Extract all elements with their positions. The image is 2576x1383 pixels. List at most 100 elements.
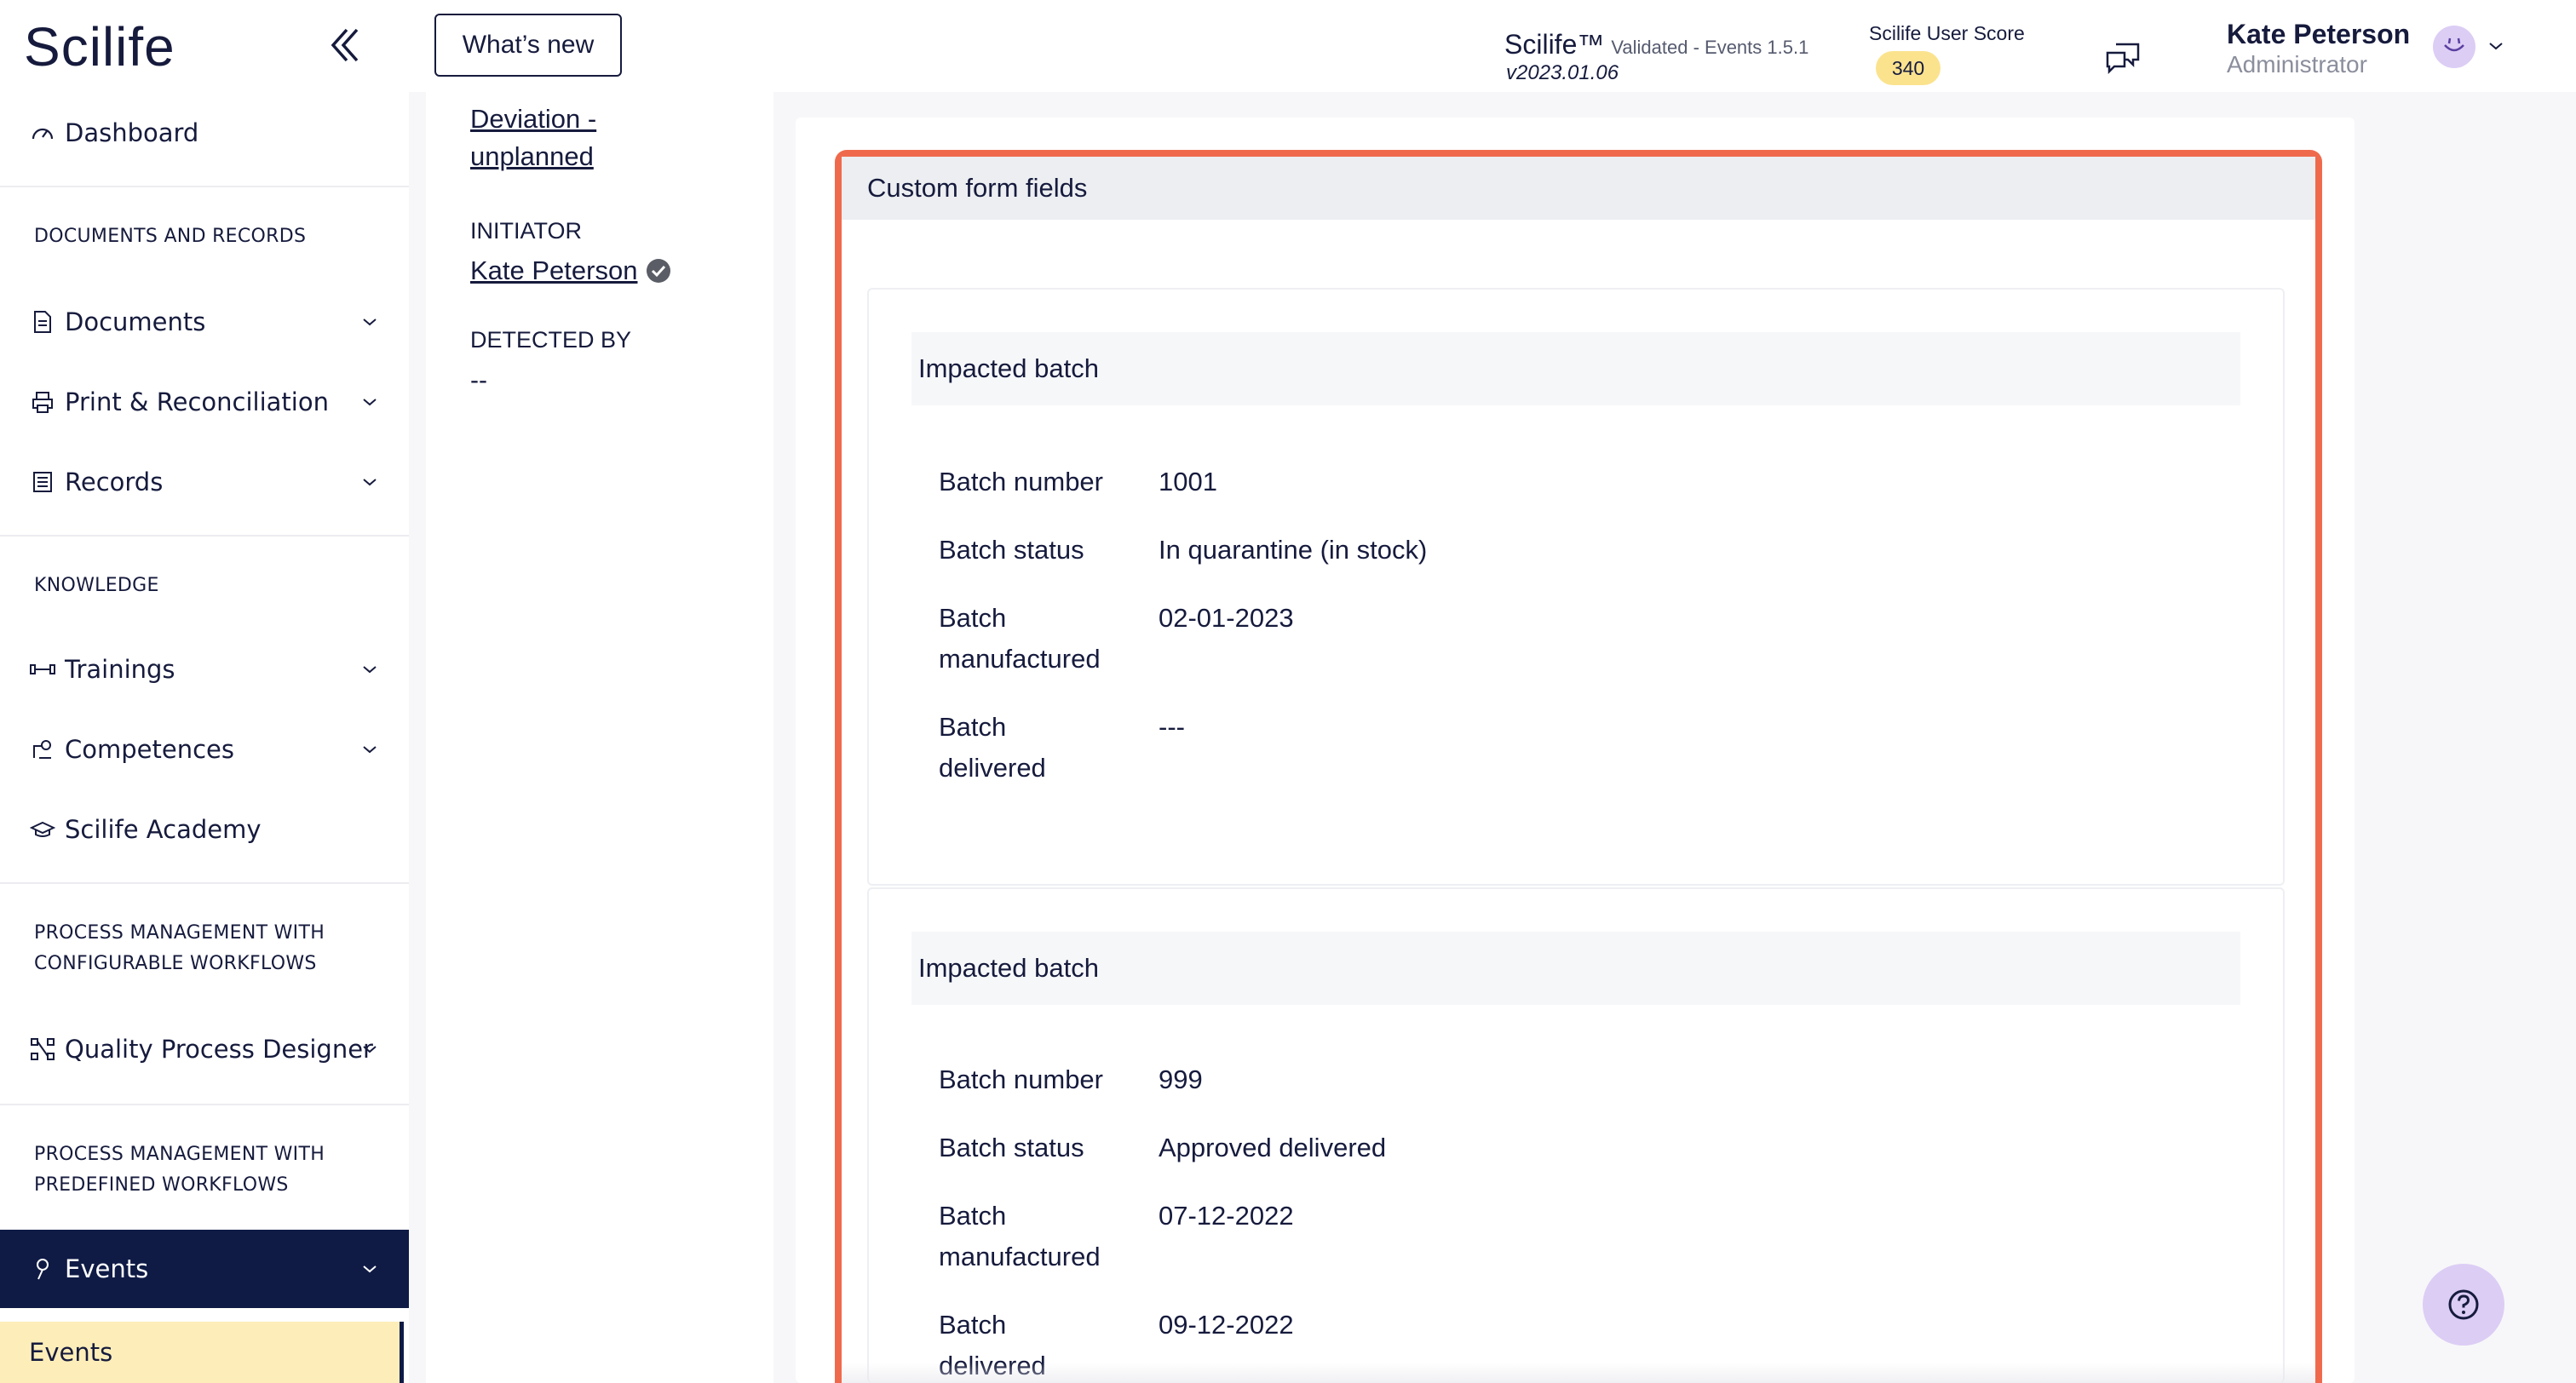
scilife-logo: Scilife: [24, 16, 175, 77]
sidebar-item-label: Print & Reconciliation: [65, 387, 329, 416]
chevron-down-icon: [363, 1046, 377, 1053]
detected-by-value: --: [470, 366, 487, 394]
chevron-down-icon: [363, 318, 377, 326]
certificate-icon: [29, 736, 56, 763]
sidebar-item-label: Documents: [65, 307, 206, 336]
batch-delivered-label: Batch delivered: [939, 707, 1135, 789]
custom-form-fields-header: Custom form fields: [842, 157, 2315, 220]
batch-card-title: Impacted batch: [911, 932, 2240, 1005]
batch-manufactured-value: 02-01-2023: [1159, 603, 1294, 633]
batch-delivered-value: 09-12-2022: [1159, 1310, 1294, 1340]
avatar-face-icon: [2444, 37, 2464, 52]
label-line: manufactured: [939, 1242, 1101, 1271]
label-line: delivered: [939, 753, 1046, 783]
sidebar-item-documents[interactable]: Documents: [0, 288, 409, 356]
batch-card: Impacted batch Batch number 1001 Batch s…: [867, 288, 2285, 886]
chevron-down-icon: [363, 746, 377, 754]
graduation-cap-icon: [29, 816, 56, 843]
divider: [0, 186, 409, 187]
batch-number-value: 1001: [1159, 467, 1217, 496]
sidebar-item-dashboard[interactable]: Dashboard: [0, 99, 409, 167]
label-line: Batch: [939, 1310, 1007, 1340]
section-heading-line: CONFIGURABLE WORKFLOWS: [34, 953, 317, 974]
initiator-name: Kate Peterson: [470, 255, 638, 285]
app-name-text: Scilife™: [1504, 29, 1605, 60]
chevron-down-icon: [363, 666, 377, 674]
double-chevron-left-icon: [331, 28, 359, 62]
initiator-link[interactable]: Kate Peterson: [470, 255, 671, 286]
sidebar: Scilife Dashboard DOCUMENTS AND RECORDS …: [0, 0, 409, 1383]
app-version: v2023.01.06: [1506, 61, 1619, 84]
section-heading-configurable: PROCESS MANAGEMENT WITH CONFIGURABLE WOR…: [34, 918, 392, 979]
avatar[interactable]: [2433, 26, 2475, 68]
gauge-icon: [29, 119, 56, 146]
question-circle-icon: [2448, 1289, 2479, 1320]
sidebar-item-academy[interactable]: Scilife Academy: [0, 795, 409, 864]
app-name: Scilife™ Validated - Events 1.5.1: [1504, 29, 1808, 60]
label-line: Batch: [939, 1201, 1007, 1231]
scroll-fade: [842, 1363, 2315, 1383]
section-heading-line: PROCESS MANAGEMENT WITH: [34, 922, 325, 944]
event-type-line: unplanned: [470, 141, 594, 171]
chevron-down-icon: [363, 399, 377, 406]
collapse-sidebar-button[interactable]: [324, 24, 366, 66]
label-line: Batch: [939, 603, 1007, 633]
divider: [0, 535, 409, 537]
sidebar-item-events[interactable]: Events: [0, 1230, 409, 1308]
workflow-icon: [29, 1036, 56, 1063]
records-icon: [29, 468, 56, 496]
section-heading-documents: DOCUMENTS AND RECORDS: [34, 226, 307, 247]
document-icon: [29, 308, 56, 336]
section-heading-predefined: PROCESS MANAGEMENT WITH PREDEFINED WORKF…: [34, 1139, 392, 1201]
verified-check-icon: [646, 258, 671, 284]
divider: [0, 882, 409, 884]
divider: [0, 1104, 409, 1105]
batch-status-value: In quarantine (in stock): [1159, 535, 1428, 565]
sidebar-item-competences[interactable]: Competences: [0, 715, 409, 783]
user-name: Kate Peterson: [2227, 19, 2411, 49]
detected-by-label: DETECTED BY: [470, 327, 632, 353]
help-button[interactable]: [2423, 1264, 2504, 1346]
section-heading-knowledge: KNOWLEDGE: [34, 575, 159, 596]
user-role: Administrator: [2227, 51, 2367, 77]
batch-number-value: 999: [1159, 1065, 1203, 1094]
dumbbell-icon: [29, 656, 56, 683]
label-line: Batch: [939, 712, 1007, 742]
sidebar-item-label: Competences: [65, 735, 234, 764]
sidebar-item-label: Events: [65, 1254, 149, 1283]
chat-icon[interactable]: [2104, 39, 2142, 77]
batch-status-label: Batch status: [939, 535, 1084, 565]
user-score-badge: 340: [1876, 51, 1941, 85]
batch-manufactured-value: 07-12-2022: [1159, 1201, 1294, 1231]
chevron-down-icon: [363, 479, 377, 486]
sidebar-item-print-reconciliation[interactable]: Print & Reconciliation: [0, 368, 409, 436]
sidebar-item-trainings[interactable]: Trainings: [0, 635, 409, 703]
sidebar-item-label: Trainings: [65, 655, 175, 684]
whats-new-button[interactable]: What’s new: [434, 14, 622, 77]
event-info-panel: Deviation - unplanned INITIATOR Kate Pet…: [426, 92, 773, 1383]
sidebar-item-label: Quality Process Designer: [65, 1035, 373, 1064]
batch-card: Impacted batch Batch number 999 Batch st…: [867, 887, 2285, 1383]
map-pin-icon: [29, 1255, 56, 1283]
user-score-label: Scilife User Score: [1869, 22, 2025, 44]
batch-status-label: Batch status: [939, 1133, 1084, 1162]
batch-card-title: Impacted batch: [911, 332, 2240, 405]
batch-status-value: Approved delivered: [1159, 1133, 1387, 1162]
sidebar-subitem-events[interactable]: Events: [0, 1322, 404, 1383]
batch-number-label: Batch number: [939, 1065, 1103, 1094]
chevron-down-icon: [363, 1265, 377, 1273]
event-type-link[interactable]: Deviation - unplanned: [470, 104, 596, 172]
sidebar-item-label: Records: [65, 468, 164, 496]
sidebar-item-quality-process-designer[interactable]: Quality Process Designer: [0, 1015, 409, 1083]
batch-manufactured-label: Batch manufactured: [939, 1196, 1135, 1277]
chevron-down-icon[interactable]: [2487, 39, 2504, 53]
sidebar-item-label: Dashboard: [65, 118, 199, 147]
label-line: manufactured: [939, 644, 1101, 674]
app-validated-text: Validated - Events 1.5.1: [1611, 37, 1809, 58]
printer-icon: [29, 388, 56, 416]
sidebar-item-records[interactable]: Records: [0, 448, 409, 516]
section-heading-line: PROCESS MANAGEMENT WITH: [34, 1144, 325, 1165]
batch-delivered-value: ---: [1159, 712, 1185, 742]
batch-number-label: Batch number: [939, 467, 1103, 496]
section-heading-line: PREDEFINED WORKFLOWS: [34, 1174, 289, 1196]
